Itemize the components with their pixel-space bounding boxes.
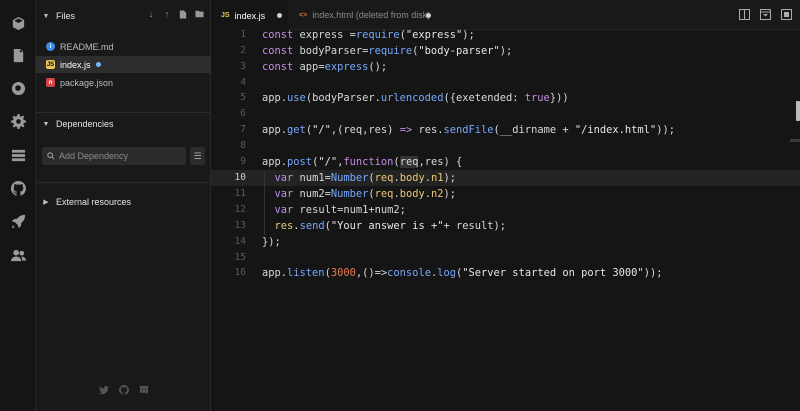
search-icon bbox=[47, 152, 55, 160]
code-line[interactable]: 2 const bodyParser=require("body-parser"… bbox=[211, 43, 800, 59]
code-line[interactable]: 5 app.use(bodyParser.urlencoded({exetend… bbox=[211, 90, 800, 106]
line-number: 2 bbox=[240, 45, 246, 57]
line-number: 1 bbox=[240, 29, 246, 41]
tab-index-html[interactable]: <> index.html (deleted from disk) bbox=[289, 0, 439, 30]
file-name: README.md bbox=[60, 41, 114, 52]
code-line[interactable]: 6 bbox=[211, 106, 800, 122]
overview-ruler-mark bbox=[790, 139, 800, 142]
sort-down-icon[interactable]: ↓ bbox=[146, 9, 156, 19]
indent-guide bbox=[264, 171, 265, 235]
twitter-icon[interactable] bbox=[98, 385, 109, 395]
line-number: 6 bbox=[240, 108, 246, 120]
list-icon: ☰ bbox=[193, 150, 202, 161]
split-view-icon[interactable] bbox=[739, 9, 750, 20]
html-icon: <> bbox=[299, 11, 308, 19]
files-actions: ↓ ↑ bbox=[146, 9, 204, 19]
new-folder-icon[interactable] bbox=[194, 9, 204, 19]
file-icon[interactable] bbox=[10, 47, 26, 63]
social-links bbox=[36, 385, 211, 395]
unsaved-indicator[interactable] bbox=[426, 13, 431, 18]
unsaved-indicator[interactable] bbox=[277, 13, 282, 18]
file-item-package-json[interactable]: n package.json bbox=[36, 74, 211, 91]
editor-scrollbar[interactable] bbox=[796, 101, 800, 121]
code-line[interactable]: 9 app.post("/",function(req,res) { bbox=[211, 154, 800, 170]
file-item-readme[interactable]: i README.md bbox=[36, 38, 211, 55]
modified-indicator bbox=[95, 62, 101, 67]
chevron-down-icon: ▼ bbox=[42, 12, 50, 20]
dependencies-section-header[interactable]: ▼ Dependencies bbox=[36, 113, 211, 135]
code-line[interactable]: 12 var result=num1+num2; bbox=[211, 202, 800, 218]
cube-icon[interactable] bbox=[10, 15, 26, 31]
chevron-down-icon: ▼ bbox=[42, 120, 50, 128]
gear-icon[interactable] bbox=[10, 113, 26, 129]
line-number: 8 bbox=[240, 140, 246, 152]
line-number: 11 bbox=[234, 188, 246, 200]
js-icon: JS bbox=[221, 12, 230, 19]
line-number: 7 bbox=[240, 124, 246, 136]
tab-label: index.html (deleted from disk) bbox=[312, 10, 431, 20]
js-icon: JS bbox=[46, 60, 55, 69]
rocket-icon[interactable] bbox=[10, 213, 26, 229]
divider bbox=[36, 182, 211, 183]
users-icon[interactable] bbox=[10, 247, 26, 263]
code-line[interactable]: 8 bbox=[211, 138, 800, 154]
line-number: 5 bbox=[240, 92, 246, 104]
code-editor[interactable]: 1 const express =require("express"); 2 c… bbox=[211, 29, 800, 411]
sidebar: ▼ Files ↓ ↑ i README.md JS index.js n pa… bbox=[36, 0, 211, 411]
line-number: 12 bbox=[234, 204, 246, 216]
github-icon[interactable] bbox=[10, 180, 26, 196]
code-line[interactable]: 11 var num2=Number(req.body.n2); bbox=[211, 186, 800, 202]
line-number: 4 bbox=[240, 77, 246, 89]
preview-icon[interactable] bbox=[760, 9, 771, 20]
external-resources-title: External resources bbox=[56, 197, 132, 207]
file-item-index-js[interactable]: JS index.js bbox=[36, 56, 211, 73]
search-icon[interactable] bbox=[10, 80, 26, 96]
add-dependency-field[interactable] bbox=[42, 147, 186, 165]
github-icon[interactable] bbox=[118, 385, 129, 395]
editor-tools bbox=[739, 9, 792, 20]
code-line[interactable]: 1 const express =require("express"); bbox=[211, 27, 800, 43]
tab-bar: JS index.js <> index.html (deleted from … bbox=[211, 0, 800, 31]
line-number: 16 bbox=[234, 267, 246, 279]
info-icon: i bbox=[46, 42, 55, 51]
code-line[interactable]: 13 res.send("Your answer is +"+ result); bbox=[211, 218, 800, 234]
code-line[interactable]: 3 const app=express(); bbox=[211, 59, 800, 75]
code-line[interactable]: 16 app.listen(3000,()=>console.log("Serv… bbox=[211, 265, 800, 281]
fullscreen-icon[interactable] bbox=[781, 9, 792, 20]
server-icon[interactable] bbox=[10, 147, 26, 163]
line-number: 3 bbox=[240, 61, 246, 73]
activity-bar bbox=[0, 0, 36, 411]
add-dependency-input[interactable] bbox=[59, 151, 179, 161]
code-line-current[interactable]: 10 var num1=Number(req.body.n1); bbox=[211, 170, 800, 186]
line-number: 13 bbox=[234, 220, 246, 232]
code-line[interactable]: 15 bbox=[211, 250, 800, 266]
line-number: 14 bbox=[234, 236, 246, 248]
code-line[interactable]: 14 }); bbox=[211, 234, 800, 250]
npm-icon: n bbox=[46, 78, 55, 87]
code-line[interactable]: 7 app.get("/",(req,res) => res.sendFile(… bbox=[211, 122, 800, 138]
sort-up-icon[interactable]: ↑ bbox=[162, 9, 172, 19]
files-title: Files bbox=[56, 11, 76, 21]
new-file-icon[interactable] bbox=[178, 9, 188, 19]
tab-label: index.js bbox=[234, 10, 266, 21]
code-line[interactable]: 4 bbox=[211, 75, 800, 91]
file-name: package.json bbox=[60, 77, 114, 88]
file-name: index.js bbox=[60, 59, 91, 70]
dependency-list-button[interactable]: ☰ bbox=[190, 147, 205, 165]
line-number: 15 bbox=[234, 252, 246, 264]
external-resources-header[interactable]: ▶ External resources bbox=[36, 191, 211, 213]
dependencies-title: Dependencies bbox=[56, 119, 114, 129]
line-number: 9 bbox=[240, 156, 246, 168]
line-number: 10 bbox=[234, 172, 246, 184]
discord-icon[interactable] bbox=[139, 385, 149, 395]
chevron-right-icon: ▶ bbox=[43, 199, 49, 206]
